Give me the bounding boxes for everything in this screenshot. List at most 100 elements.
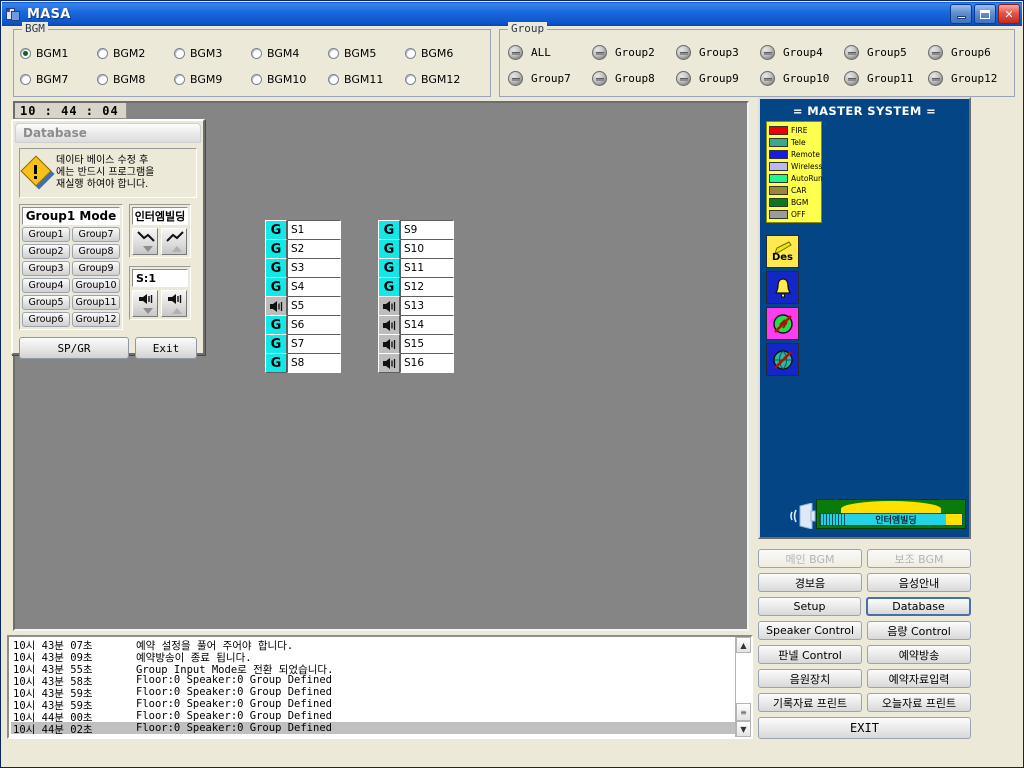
speaker-row-s5[interactable]: S5	[265, 296, 341, 316]
panel-control-button[interactable]: 판넬 Control	[758, 645, 862, 664]
log-list[interactable]: 10시 43분 07초 예약 설정을 풀어 주어야 합니다. 10시 43분 09…	[9, 637, 735, 737]
bgm-radio-bgm6[interactable]: BGM6	[405, 40, 482, 66]
group-button-group2[interactable]: Group2	[592, 39, 676, 65]
mode-button-group4[interactable]: Group4	[22, 278, 70, 293]
group-icon[interactable]: G	[378, 258, 400, 278]
group-icon[interactable]: G	[265, 220, 287, 240]
speaker-control-button[interactable]: Speaker Control	[758, 621, 862, 640]
log-row[interactable]: 10시 43분 59초 Floor:0 Speaker:0 Group Defin…	[11, 698, 735, 712]
floor-down-button[interactable]	[132, 228, 158, 255]
speaker-icon[interactable]	[378, 334, 400, 354]
group-button-group11[interactable]: Group11	[844, 65, 928, 91]
close-icon[interactable]: ✕	[998, 4, 1020, 24]
scroll-thumb[interactable]: ≡	[736, 703, 751, 721]
setup-button[interactable]: Setup	[758, 597, 861, 616]
today-print-button[interactable]: 오늘자료 프린트	[867, 693, 971, 712]
group-button-group3[interactable]: Group3	[676, 39, 760, 65]
log-row[interactable]: 10시 43분 09초 예약방송이 종료 됩니다.	[11, 650, 735, 664]
mode-button-group6[interactable]: Group6	[22, 312, 70, 327]
mode-button-group2[interactable]: Group2	[22, 244, 70, 259]
speaker-row-s8[interactable]: G S8	[265, 353, 341, 373]
speaker-row-s13[interactable]: S13	[378, 296, 454, 316]
speaker-row-s2[interactable]: G S2	[265, 239, 341, 259]
database-exit-button[interactable]: Exit	[135, 337, 197, 359]
speaker-row-s9[interactable]: G S9	[378, 220, 454, 240]
group-icon[interactable]: G	[265, 239, 287, 259]
speaker-row-s4[interactable]: G S4	[265, 277, 341, 297]
log-row[interactable]: 10시 43분 07초 예약 설정을 풀어 주어야 합니다.	[11, 638, 735, 652]
speaker-label[interactable]: S16	[400, 353, 454, 373]
speaker-label[interactable]: S14	[400, 315, 454, 335]
scroll-track[interactable]: ≡	[736, 653, 751, 721]
group-button-all[interactable]: ALL	[508, 39, 592, 65]
speaker-icon[interactable]	[378, 315, 400, 335]
speaker-row-s16[interactable]: S16	[378, 353, 454, 373]
group-icon[interactable]: G	[265, 315, 287, 335]
scroll-down-icon[interactable]: ▼	[736, 721, 751, 737]
speaker-label[interactable]: S3	[287, 258, 341, 278]
group-icon[interactable]: G	[265, 353, 287, 373]
speaker-row-s6[interactable]: G S6	[265, 315, 341, 335]
log-row-selected[interactable]: 10시 44분 02초 Floor:0 Speaker:0 Group Defin…	[11, 722, 735, 736]
maximize-button[interactable]	[974, 4, 996, 24]
bgm-radio-bgm8[interactable]: BGM8	[97, 66, 174, 92]
sound-source-button[interactable]: 음원장치	[758, 669, 862, 688]
bgm-radio-bgm5[interactable]: BGM5	[328, 40, 405, 66]
bgm-radio-bgm1[interactable]: BGM1	[20, 40, 97, 66]
speaker-label[interactable]: S4	[287, 277, 341, 297]
log-row[interactable]: 10시 43분 59초 Floor:0 Speaker:0 Group Defin…	[11, 686, 735, 700]
speaker-label[interactable]: S12	[400, 277, 454, 297]
globe-mute-button[interactable]	[766, 343, 799, 376]
volume-control-button[interactable]: 음량 Control	[867, 621, 971, 640]
mode-button-group11[interactable]: Group11	[72, 295, 120, 310]
group-icon[interactable]: G	[265, 258, 287, 278]
group-button-group7[interactable]: Group7	[508, 65, 592, 91]
group-icon[interactable]: G	[378, 277, 400, 297]
des-button[interactable]: Des	[766, 235, 799, 268]
group-button-group9[interactable]: Group9	[676, 65, 760, 91]
scroll-up-icon[interactable]: ▲	[736, 637, 751, 653]
group-icon[interactable]: G	[378, 220, 400, 240]
bgm-radio-bgm12[interactable]: BGM12	[405, 66, 482, 92]
database-button[interactable]: Database	[866, 597, 971, 616]
minimize-button[interactable]	[950, 4, 972, 24]
group-button-group5[interactable]: Group5	[844, 39, 928, 65]
mode-button-group8[interactable]: Group8	[72, 244, 120, 259]
mic-mute-button[interactable]	[766, 307, 799, 340]
database-window-title[interactable]: Database	[15, 123, 201, 143]
floor-up-button[interactable]	[161, 228, 187, 255]
speaker-row-s10[interactable]: G S10	[378, 239, 454, 259]
alarm-sound-button[interactable]: 경보음	[758, 573, 862, 592]
speaker-row-s3[interactable]: G S3	[265, 258, 341, 278]
group-button-group12[interactable]: Group12	[928, 65, 1012, 91]
log-scrollbar[interactable]: ▲ ≡ ▼	[735, 637, 751, 737]
log-row[interactable]: 10시 44분 00초 Floor:0 Speaker:0 Group Defin…	[11, 710, 735, 724]
voice-guide-button[interactable]: 음성안내	[867, 573, 971, 592]
speaker-label[interactable]: S5	[287, 296, 341, 316]
group-icon[interactable]: G	[378, 239, 400, 259]
mode-button-group1[interactable]: Group1	[22, 227, 70, 242]
speaker-label[interactable]: S2	[287, 239, 341, 259]
mode-button-group3[interactable]: Group3	[22, 261, 70, 276]
speaker-label[interactable]: S8	[287, 353, 341, 373]
bgm-radio-bgm2[interactable]: BGM2	[97, 40, 174, 66]
bgm-radio-bgm10[interactable]: BGM10	[251, 66, 328, 92]
speaker-label[interactable]: S7	[287, 334, 341, 354]
group-icon[interactable]: G	[265, 334, 287, 354]
speaker-label[interactable]: S6	[287, 315, 341, 335]
speaker-row-s11[interactable]: G S11	[378, 258, 454, 278]
reserved-broadcast-button[interactable]: 예약방송	[867, 645, 971, 664]
speaker-label[interactable]: S1	[287, 220, 341, 240]
speaker-row-s14[interactable]: S14	[378, 315, 454, 335]
bgm-radio-bgm7[interactable]: BGM7	[20, 66, 97, 92]
bell-button[interactable]	[766, 271, 799, 304]
speaker-label[interactable]: S13	[400, 296, 454, 316]
mode-button-group5[interactable]: Group5	[22, 295, 70, 310]
speaker-row-s12[interactable]: G S12	[378, 277, 454, 297]
speaker-label[interactable]: S10	[400, 239, 454, 259]
group-button-group8[interactable]: Group8	[592, 65, 676, 91]
log-row[interactable]: 10시 43분 58초 Floor:0 Speaker:0 Group Defin…	[11, 674, 735, 688]
speaker-label[interactable]: S9	[400, 220, 454, 240]
group-button-group4[interactable]: Group4	[760, 39, 844, 65]
mode-button-group7[interactable]: Group7	[72, 227, 120, 242]
